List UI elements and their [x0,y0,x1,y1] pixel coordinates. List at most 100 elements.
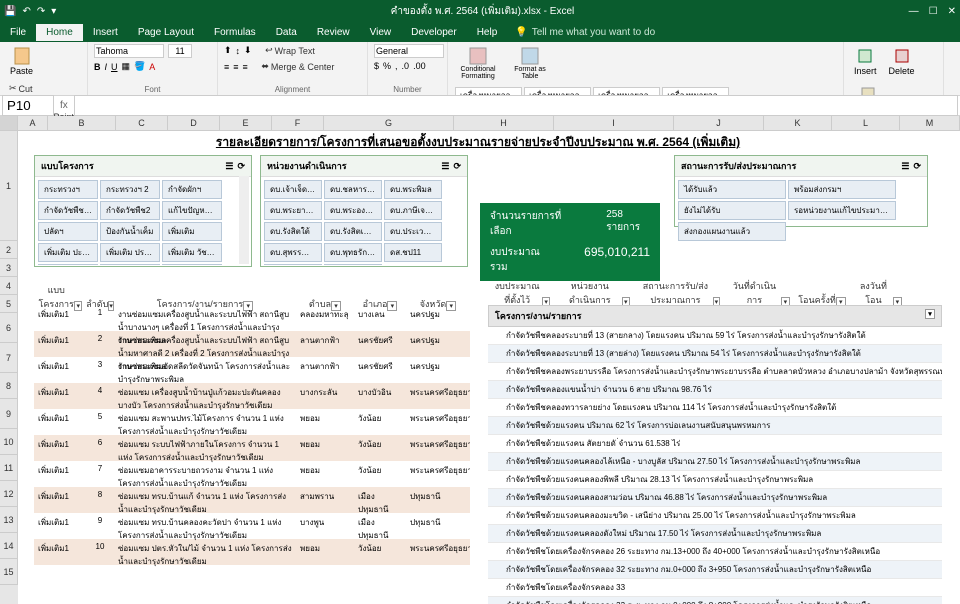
maximize-icon[interactable]: ☐ [929,6,938,17]
col-header[interactable]: B [48,116,116,131]
list-item[interactable]: กำจัดวัชพืชด้วยแรงคน ปริมาณ 62 ไร่ โครงก… [488,417,942,435]
col-header[interactable]: E [220,116,272,131]
percent-button[interactable]: % [383,61,391,71]
row-header[interactable]: 8 [0,373,18,399]
col-header[interactable]: J [674,116,764,131]
slicer-item[interactable]: พร้อมส่งกรมฯ [788,180,896,199]
row-header[interactable]: 5 [0,295,18,313]
wrap-text-button[interactable]: ↩Wrap Text [262,44,318,57]
tab-view[interactable]: View [360,24,402,41]
border-button[interactable]: ▦ [122,61,131,72]
tell-me[interactable]: 💡Tell me what you want to do [515,27,655,38]
align-top-button[interactable]: ⬆ [224,45,232,56]
slicer-item[interactable]: ป้องกันน้ำเค็ม [100,222,160,241]
tab-file[interactable]: File [0,24,36,41]
decrease-decimal-button[interactable]: .00 [413,61,426,71]
fill-color-button[interactable]: 🪣 [134,61,145,72]
row-header[interactable]: 10 [0,429,18,455]
list-item[interactable]: กำจัดวัชพืชคลองระบายที่ 13 (สายล่าง) โดย… [488,345,942,363]
table-row[interactable]: เพิ่มเติม19ซ่อมแซม ทรบ.บ้านคลองคะวัดปา จ… [34,513,470,539]
slicer-item[interactable]: กระทรวงฯ [38,180,98,199]
fx-icon[interactable]: fx [56,100,72,111]
select-all-corner[interactable] [0,116,18,131]
col-header[interactable]: A [18,116,48,131]
list-item[interactable]: กำจัดวัชพืชด้วยแรงคนคลองดังใหม่ ปริมาณ 1… [488,525,942,543]
col-header[interactable]: C [116,116,168,131]
align-left-button[interactable]: ≡ [224,62,229,72]
list-item[interactable]: กำจัดวัชพืชโดยเครื่องจักรคลอง 32 ระยะทาง… [488,561,942,579]
slicer-item[interactable]: กระทรวงฯ 2 [100,180,160,199]
slicer-item[interactable]: ดบ.ชลหารพิจิตร [324,180,382,199]
table-row[interactable]: เพิ่มเติม110ซ่อมแซม ปตร.หัวใน/ไม้ จำนวน … [34,539,470,565]
row-header[interactable]: 12 [0,481,18,507]
slicer-item[interactable]: ส่งกองแผนงานแล้ว [678,222,786,241]
slicer-item[interactable]: ดบ.พุทธรักษาคร [324,243,382,262]
tab-formulas[interactable]: Formulas [204,24,266,41]
row-header[interactable]: 2 [0,241,18,259]
tab-home[interactable]: Home [36,24,83,41]
tab-developer[interactable]: Developer [401,24,467,41]
col-header[interactable]: I [554,116,674,131]
font-size-input[interactable] [168,44,192,58]
undo-icon[interactable]: ↶ [22,6,30,17]
minimize-icon[interactable]: — [909,6,919,17]
list-item[interactable]: กำจัดวัชพืชโดยเครื่องจักรคลอง 33 ระยะทาง… [488,597,942,604]
slicer-item[interactable]: ดบ.เจ้าเจ็ด-บางยี่หน [264,180,322,199]
list-item[interactable]: กำจัดวัชพืชคลองพระยาบรรลือ โครงการส่งน้ำ… [488,363,942,381]
col-header[interactable]: D [168,116,220,131]
currency-button[interactable]: $ [374,61,379,71]
table-row[interactable]: เพิ่มเติม11งานซ่อมแซมเครื่องสูบน้ำและระบ… [34,305,470,331]
align-center-button[interactable]: ≡ [233,62,238,72]
col-header[interactable]: H [454,116,554,131]
slicer-item[interactable]: แก้ไขปัญหาภัยแล้ง [162,201,222,220]
merge-center-button[interactable]: ⬌Merge & Center [258,60,337,73]
tab-help[interactable]: Help [467,24,508,41]
number-format-select[interactable] [374,44,444,58]
multiselect-icon[interactable]: ☰ [901,161,909,172]
conditional-formatting-button[interactable]: Conditional Formatting [454,44,502,82]
format-as-table-button[interactable]: Format as Table [506,44,554,82]
align-middle-button[interactable]: ↕ [236,46,241,56]
slicer-item[interactable]: กำจัดผักฯ [162,180,222,199]
align-right-button[interactable]: ≡ [243,62,248,72]
slicer-item[interactable]: กำจัดวัชพืช2 [100,201,160,220]
slicer-item[interactable]: เพิ่มเติม วัชสัตโต [162,243,222,262]
slicer-item[interactable]: เพิ่มเติม2 พระพิมล [162,264,222,265]
slicer-item[interactable]: ดบ.รังสิตใต้ [264,222,322,241]
list-item[interactable]: กำจัดวัชพืชคลองทวารลายย่าง โดยแรงคน ปริม… [488,399,942,417]
scrollbar[interactable] [239,176,249,264]
list-item[interactable]: กำจัดวัชพืชด้วยแรงคนคลองไล้เหนือ - บางบู… [488,453,942,471]
slicer-item[interactable]: ดบ.พระพิมล [384,180,442,199]
table-row[interactable]: เพิ่มเติม15ซ่อมแซม สะพานปทร.ไม้โครงการ จ… [34,409,470,435]
italic-button[interactable]: I [105,62,108,72]
slicer-item[interactable]: เพิ่มเติม1 [38,264,98,265]
cut-button[interactable]: ✂Cut [6,82,85,95]
col-header[interactable]: K [764,116,832,131]
clear-filter-icon[interactable]: ⟳ [913,161,921,172]
list-item[interactable]: กำจัดวัชพืชด้วยแรงคนคลองมะขวิด - เสนีย่า… [488,507,942,525]
row-header[interactable]: 6 [0,313,18,343]
slicer-item[interactable]: รอหน่วยงานแก้ไขประมาณการ [788,201,896,220]
table-row[interactable]: เพิ่มเติม18ซ่อมแซม ทรบ.บ้านแก้ จำนวน 1 แ… [34,487,470,513]
row-header[interactable]: 11 [0,455,18,481]
underline-button[interactable]: U [111,62,118,72]
slicer-item[interactable]: ปลัดฯ [38,222,98,241]
list-item[interactable]: กำจัดวัชพืชคลองแขนน้ำบ่า จำนวน 6 สาย ปริ… [488,381,942,399]
bold-button[interactable]: B [94,62,101,72]
list-item[interactable]: กำจัดวัชพืชโดยเครื่องจักรคลอง 26 ระยะทาง… [488,543,942,561]
slicer-item[interactable]: ดบ.พระยาบรรลือ [264,201,322,220]
tab-page-layout[interactable]: Page Layout [128,24,204,41]
col-header[interactable]: M [900,116,960,131]
clear-filter-icon[interactable]: ⟳ [453,161,461,172]
row-header[interactable]: 3 [0,259,18,277]
delete-cells-button[interactable]: Delete [885,44,919,78]
col-header[interactable]: F [272,116,324,131]
redo-icon[interactable]: ↷ [37,6,45,17]
table-row[interactable]: เพิ่มเติม16ซ่อมแซม ระบบไฟฟ้าภายในโครงการ… [34,435,470,461]
col-header[interactable]: G [324,116,454,131]
tab-review[interactable]: Review [307,24,360,41]
clear-filter-icon[interactable]: ⟳ [237,161,245,172]
slicer-item[interactable]: ดส.ชป11 [384,243,442,262]
slicer-item[interactable]: สำนักงานก่อสร้าง... [324,264,382,265]
tab-insert[interactable]: Insert [83,24,128,41]
